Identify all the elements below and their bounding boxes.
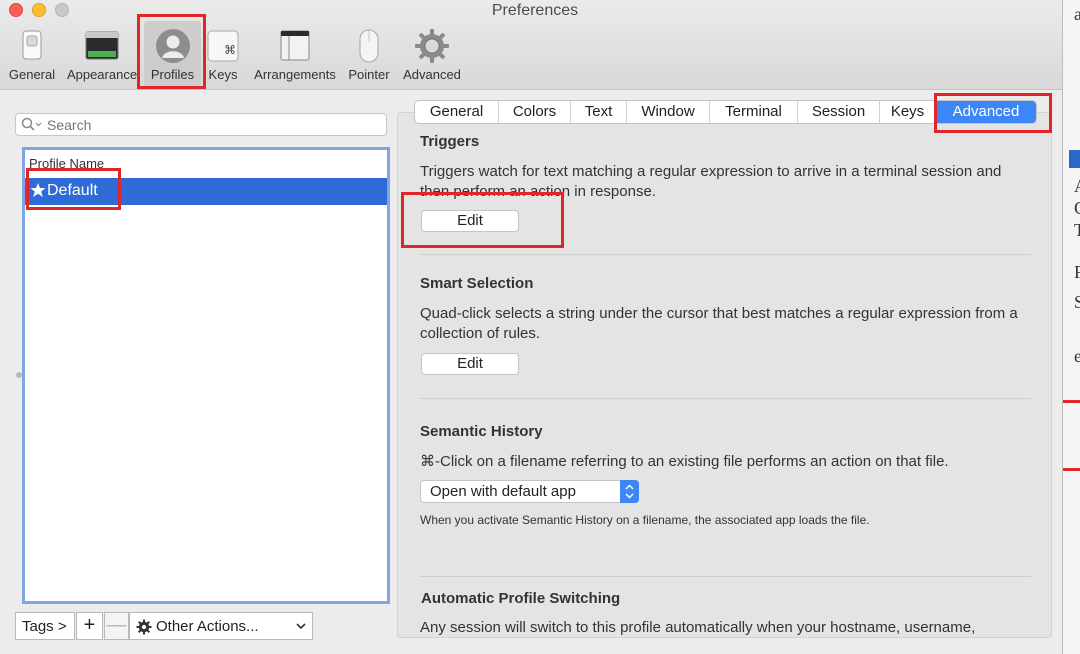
toolbar-label-pointer: Pointer bbox=[348, 67, 390, 82]
tags-button[interactable]: Tags > bbox=[15, 612, 75, 640]
triggers-title: Triggers bbox=[420, 133, 480, 150]
profile-tab-bar: General Colors Text Window Terminal Sess… bbox=[414, 100, 1037, 124]
title-bar: Preferences General Appearance Profiles … bbox=[0, 0, 1062, 90]
section-divider bbox=[420, 398, 1031, 399]
mouse-icon bbox=[359, 29, 379, 63]
add-profile-button[interactable]: + bbox=[76, 612, 103, 640]
toolbar-label-advanced: Advanced bbox=[403, 67, 461, 82]
up-down-chevron-icon bbox=[620, 480, 639, 503]
profile-search-field[interactable] bbox=[15, 113, 387, 136]
tab-session[interactable]: Session bbox=[798, 101, 880, 123]
split-view-divider-handle[interactable] bbox=[16, 372, 22, 378]
toolbar-item-general[interactable]: General bbox=[6, 28, 58, 86]
triggers-description: Triggers watch for text matching a regul… bbox=[420, 163, 1002, 200]
window-appearance-icon bbox=[85, 31, 119, 60]
auto-switching-description: Any session will switch to this profile … bbox=[420, 619, 976, 636]
profile-row-label: Default bbox=[47, 182, 98, 199]
window-title: Preferences bbox=[491, 2, 579, 19]
background-window-edge: a A C T F S e bbox=[1062, 0, 1080, 654]
smart-selection-description: Quad-click selects a string under the cu… bbox=[420, 305, 1018, 342]
tab-text[interactable]: Text bbox=[571, 101, 627, 123]
triggers-edit-button[interactable]: Edit bbox=[421, 210, 519, 232]
semantic-history-description: ⌘-Click on a filename referring to an ex… bbox=[420, 453, 949, 470]
profile-name-column-header[interactable]: Profile Name bbox=[29, 156, 104, 171]
tab-general[interactable]: General bbox=[415, 101, 499, 123]
tab-window[interactable]: Window bbox=[627, 101, 710, 123]
gear-icon bbox=[136, 619, 152, 635]
gear-icon bbox=[415, 29, 449, 63]
tab-colors[interactable]: Colors bbox=[499, 101, 571, 123]
toolbar-item-keys[interactable]: ⌘ Keys bbox=[205, 28, 241, 86]
search-icon bbox=[21, 117, 42, 131]
toolbar-label-appearance: Appearance bbox=[66, 67, 138, 82]
search-input[interactable] bbox=[47, 117, 377, 133]
auto-switching-title: Automatic Profile Switching bbox=[421, 590, 621, 607]
toolbar-item-arrangements[interactable]: Arrangements bbox=[251, 28, 339, 86]
tab-keys[interactable]: Keys bbox=[880, 101, 936, 123]
tab-terminal[interactable]: Terminal bbox=[710, 101, 798, 123]
toolbar-item-appearance[interactable]: Appearance bbox=[65, 28, 139, 86]
toolbar-item-profiles[interactable]: Profiles bbox=[144, 28, 201, 86]
remove-profile-button[interactable]: — bbox=[104, 612, 129, 640]
smart-selection-title: Smart Selection bbox=[420, 275, 534, 292]
star-icon bbox=[30, 183, 46, 197]
toolbar-item-pointer[interactable]: Pointer bbox=[345, 28, 393, 86]
semantic-history-select-value: Open with default app bbox=[430, 483, 576, 500]
other-actions-menu[interactable]: Other Actions... bbox=[129, 612, 313, 640]
smart-selection-edit-button[interactable]: Edit bbox=[421, 353, 519, 375]
tab-advanced[interactable]: Advanced bbox=[936, 101, 1036, 123]
toolbar-label-general: General bbox=[8, 67, 56, 82]
semantic-history-note: When you activate Semantic History on a … bbox=[420, 513, 870, 527]
profile-row-default[interactable]: Default bbox=[25, 178, 387, 205]
svg-text:⌘: ⌘ bbox=[224, 43, 236, 57]
other-actions-label: Other Actions... bbox=[156, 618, 259, 635]
profile-list[interactable]: Profile Name Default bbox=[22, 147, 390, 604]
toolbar-label-keys: Keys bbox=[208, 67, 238, 82]
semantic-history-action-select[interactable]: Open with default app bbox=[420, 480, 639, 503]
semantic-history-title: Semantic History bbox=[420, 423, 543, 440]
toolbar-label-profiles: Profiles bbox=[150, 67, 195, 82]
chevron-down-icon bbox=[296, 623, 306, 630]
section-divider bbox=[420, 576, 1031, 577]
section-divider bbox=[420, 254, 1031, 255]
window-arrangement-icon bbox=[280, 30, 310, 61]
toolbar-item-advanced[interactable]: Advanced bbox=[400, 28, 464, 86]
profile-avatar-icon bbox=[155, 29, 190, 63]
command-key-icon: ⌘ bbox=[207, 30, 239, 62]
toolbar-label-arrangements: Arrangements bbox=[254, 67, 336, 82]
switch-icon bbox=[22, 30, 42, 60]
